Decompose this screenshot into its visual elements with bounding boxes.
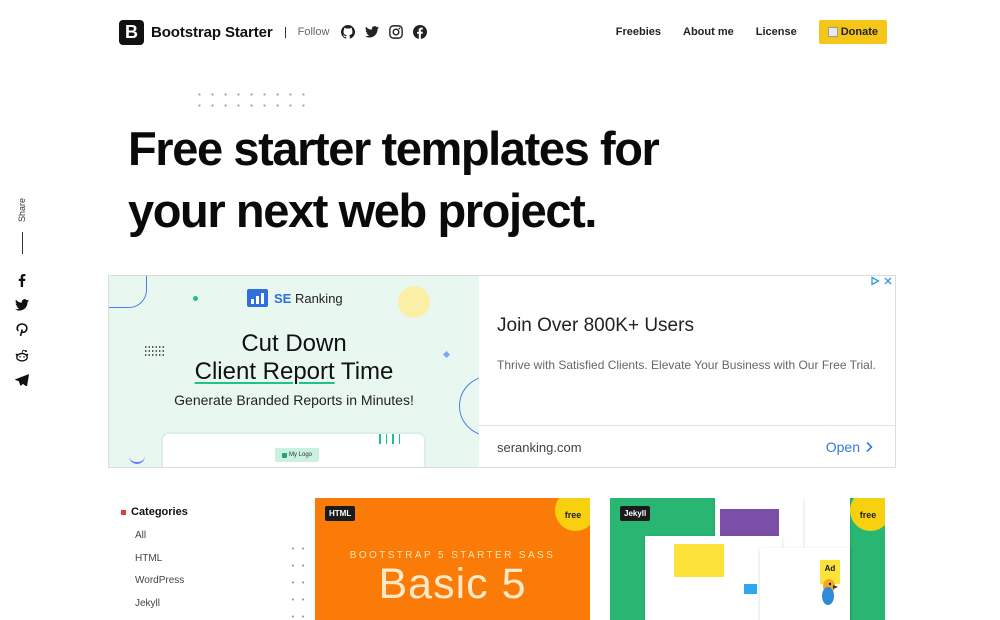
- twitter-icon[interactable]: [15, 298, 29, 312]
- card-title: Basic 5: [378, 560, 527, 608]
- facebook-icon[interactable]: [413, 25, 428, 39]
- category-html[interactable]: HTML: [135, 553, 281, 576]
- main-nav: Freebies About me License: [594, 26, 797, 38]
- template-card-jekyll[interactable]: Ad Jekyll free: [610, 498, 885, 620]
- ad-banner[interactable]: SE Ranking Cut Down Client Report Time G…: [108, 275, 896, 468]
- category-wordpress[interactable]: WordPress: [135, 575, 281, 598]
- github-icon[interactable]: [341, 25, 356, 39]
- ad-headline-line-1: Cut Down: [241, 330, 347, 357]
- site-header: B Bootstrap Starter Follow Freebies Abou…: [119, 18, 887, 46]
- close-icon: [884, 277, 892, 285]
- decorative-smile: [129, 448, 145, 464]
- ad-description: Thrive with Satisfied Clients. Elevate Y…: [497, 358, 876, 372]
- broken-image-icon: [827, 27, 838, 37]
- decorative-dots: [193, 89, 315, 107]
- ad-headline-rest: Time: [334, 358, 394, 385]
- hero-title: Free starter templates for your next web…: [128, 118, 768, 242]
- share-divider: [21, 232, 23, 255]
- decorative-curve: [109, 276, 147, 308]
- logo-chip-icon: [281, 452, 287, 458]
- telegram-icon[interactable]: [15, 373, 29, 387]
- nav-license[interactable]: License: [756, 26, 797, 38]
- facebook-icon[interactable]: [15, 273, 29, 287]
- chevron-right-icon: [866, 441, 873, 453]
- nav-about-me[interactable]: About me: [683, 26, 734, 38]
- free-badge: free: [555, 498, 590, 531]
- follow-label: Follow: [297, 26, 330, 38]
- donate-label: Donate: [840, 26, 878, 38]
- hero-line-2: your next web project.: [128, 184, 597, 237]
- share-sidebar: Share: [12, 198, 32, 387]
- ad-choices[interactable]: [870, 276, 893, 286]
- parrot-illustration-icon: [822, 579, 838, 605]
- donate-button[interactable]: Donate: [818, 20, 887, 44]
- template-card-basic-5[interactable]: HTML free BOOTSTRAP 5 STARTER SASS Basic…: [315, 498, 590, 620]
- categories-list: All HTML WordPress Jekyll: [135, 530, 281, 620]
- reddit-icon[interactable]: [15, 348, 29, 362]
- header-separator: [284, 26, 286, 38]
- ad-title[interactable]: Join Over 800K+ Users: [497, 315, 694, 337]
- adchoices-play-icon: [871, 276, 880, 286]
- nav-freebies[interactable]: Freebies: [616, 26, 661, 38]
- ad-open-label: Open: [825, 439, 860, 455]
- ad-text-panel[interactable]: Join Over 800K+ Users Thrive with Satisf…: [479, 276, 895, 467]
- instagram-icon[interactable]: [389, 25, 404, 39]
- ad-open-button[interactable]: Open: [826, 439, 873, 455]
- ad-creative[interactable]: SE Ranking Cut Down Client Report Time G…: [109, 276, 479, 467]
- ad-divider: [479, 425, 895, 426]
- twitter-icon[interactable]: [365, 25, 380, 39]
- se-ranking-logo-icon: [247, 289, 268, 307]
- brand-logo-icon: B: [119, 19, 144, 45]
- brand-link[interactable]: B Bootstrap Starter: [119, 19, 273, 45]
- decorative-dots: [288, 540, 308, 620]
- ad-headline: Cut Down Client Report Time: [109, 330, 479, 386]
- ad-brand-name: SE Ranking: [274, 290, 343, 306]
- free-badge: free: [850, 498, 885, 531]
- ad-chip-label: My Logo: [288, 452, 312, 458]
- ad-subline: Generate Branded Reports in Minutes!: [174, 392, 414, 408]
- card-tag: HTML: [325, 506, 356, 521]
- category-all[interactable]: All: [135, 530, 281, 553]
- pinterest-icon[interactable]: [15, 323, 29, 337]
- social-links: [341, 25, 428, 39]
- brand-name: Bootstrap Starter: [151, 23, 273, 41]
- decorative-bars: [379, 434, 400, 444]
- share-label: Share: [17, 198, 27, 223]
- ad-logo-chip: My Logo: [275, 448, 319, 462]
- decorative-dot: [193, 296, 198, 301]
- card-tag: Jekyll: [620, 506, 651, 521]
- ad-domain: seranking.com: [497, 440, 582, 455]
- ad-headline-underlined: Client Report: [194, 358, 335, 385]
- categories-panel: Categories All HTML WordPress Jekyll: [121, 506, 281, 620]
- ad-brand-logo: SE Ranking: [247, 289, 343, 307]
- red-square-icon: [121, 509, 126, 515]
- hero-line-1: Free starter templates for: [128, 122, 660, 175]
- decorative-bubble: [398, 286, 430, 318]
- category-jekyll[interactable]: Jekyll: [135, 598, 281, 620]
- categories-title: Categories: [121, 506, 281, 518]
